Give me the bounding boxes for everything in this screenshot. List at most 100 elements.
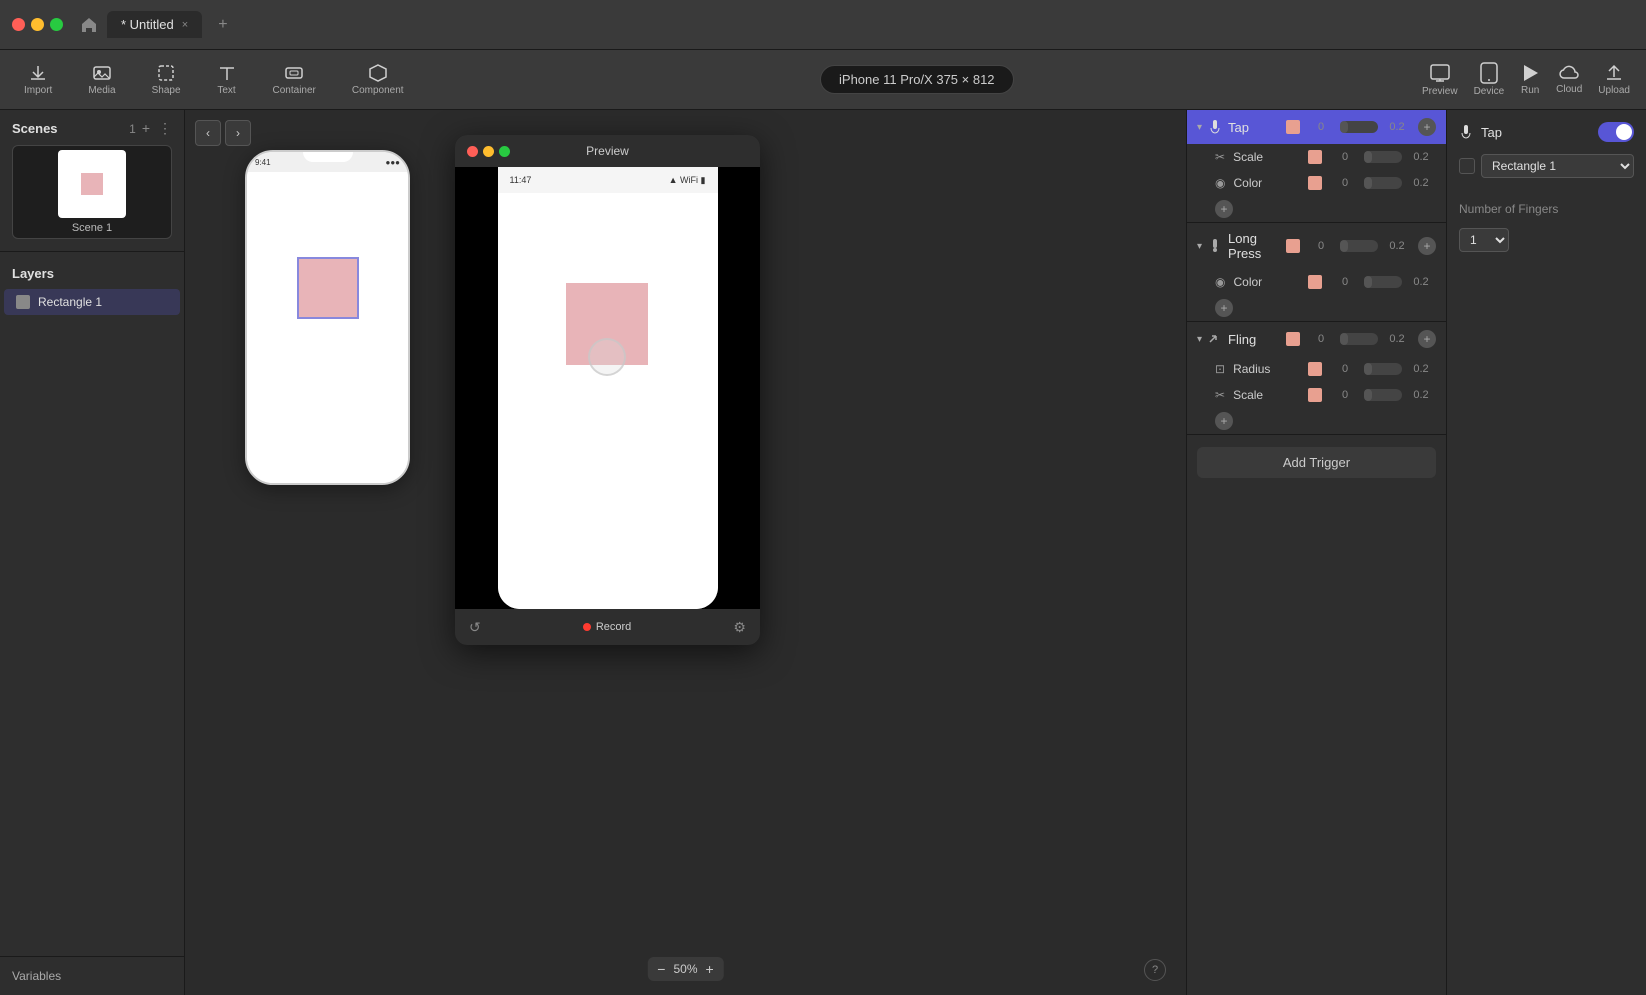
component-button[interactable]: Component [344,59,412,100]
container-button[interactable]: Container [265,59,324,100]
import-button[interactable]: Import [16,59,60,100]
lp-color-slider[interactable] [1364,276,1402,288]
import-label: Import [24,85,52,96]
tap-collapse-icon[interactable]: ▾ [1197,122,1202,133]
shape-button[interactable]: Shape [144,59,189,100]
long-press-gesture-icon [1208,239,1222,253]
prop-target-select[interactable]: Rectangle 1 [1481,154,1634,178]
add-scene-button[interactable]: + [142,120,150,137]
preview-settings-button[interactable]: ⚙ [733,619,746,636]
add-tab-button[interactable]: + [210,12,235,38]
lp-color-swatch [1308,275,1322,289]
layers-header: Layers [0,256,184,289]
fling-scale-icon: ✂ [1215,388,1225,402]
variables-bar[interactable]: Variables [0,956,184,995]
tap-color-item[interactable]: ◉ Color 0 0.2 [1187,170,1446,196]
long-press-slider[interactable] [1340,240,1378,252]
lp-color-icon: ◉ [1215,275,1225,289]
cloud-button[interactable]: Cloud [1556,64,1582,95]
scene-options-button[interactable]: ⋮ [158,120,172,137]
tab-close-button[interactable]: × [182,19,188,31]
long-press-color-item[interactable]: ◉ Color 0 0.2 [1187,269,1446,295]
tap-toggle[interactable] [1598,122,1634,142]
lp-color-num1: 0 [1330,276,1360,288]
tap-trigger-name: Tap [1228,120,1280,135]
phone-rect[interactable] [297,257,359,319]
layer-item-rectangle[interactable]: Rectangle 1 [4,289,180,315]
long-press-sub-add-button[interactable]: + [1215,299,1233,317]
preview-bottom-bar: ↺ Record ⚙ [455,609,760,645]
text-button[interactable]: Text [209,59,245,100]
fling-sub-add-button[interactable]: + [1215,412,1233,430]
radius-color-swatch [1308,362,1322,376]
fling-collapse-icon[interactable]: ▾ [1197,334,1202,345]
fling-scale-label: Scale [1233,388,1300,402]
nav-back-button[interactable]: ‹ [195,120,221,146]
scale-slider[interactable] [1364,151,1402,163]
lp-color-label: Color [1233,275,1300,289]
preview-close[interactable] [467,146,478,157]
upload-button[interactable]: Upload [1598,63,1630,96]
zoom-in-button[interactable]: + [706,961,714,977]
zoom-bar: − 50% + [647,957,723,981]
minimize-button[interactable] [31,18,44,31]
fling-slider[interactable] [1340,333,1378,345]
add-trigger-button[interactable]: Add Trigger [1197,447,1436,478]
shape-label: Shape [152,85,181,96]
scale-label: Scale [1233,150,1300,164]
left-bottom-space [0,315,184,956]
preview-refresh-button[interactable]: ↺ [469,619,481,636]
maximize-button[interactable] [50,18,63,31]
tap-add-button[interactable]: + [1418,118,1436,136]
scene-thumbnail[interactable]: Scene 1 [12,145,172,239]
zoom-out-button[interactable]: − [657,961,665,977]
fling-scale-slider[interactable] [1364,389,1402,401]
long-press-collapse-icon[interactable]: ▾ [1197,241,1202,252]
color-slider[interactable] [1364,177,1402,189]
fling-color-swatch [1286,332,1300,346]
record-button[interactable]: Record [583,621,631,633]
preview-minimize[interactable] [483,146,494,157]
toolbar: Import Media Shape Text Container Compon… [0,50,1646,110]
fling-scale-item[interactable]: ✂ Scale 0 0.2 [1187,382,1446,408]
fling-trigger-nums: 0 0.2 [1306,333,1412,345]
media-button[interactable]: Media [80,59,123,100]
prop-fingers-label: Number of Fingers [1459,202,1558,216]
active-tab[interactable]: * Untitled × [107,11,202,38]
layers-title: Layers [12,266,54,281]
properties-title-row: Tap [1459,122,1634,142]
radius-nums: 0 0.2 [1330,363,1436,375]
text-icon [217,63,237,83]
variables-label: Variables [12,969,61,983]
preview-button[interactable]: Preview [1422,62,1458,97]
long-press-color-swatch [1286,239,1300,253]
fling-radius-item[interactable]: ⊡ Radius 0 0.2 [1187,356,1446,382]
tap-sub-add-button[interactable]: + [1215,200,1233,218]
container-icon [284,63,304,83]
long-press-add-button[interactable]: + [1418,237,1436,255]
canvas-area: ‹ › Scene 1 9:41 ●●● [185,110,1186,995]
preview-screen[interactable] [498,193,718,609]
nav-forward-button[interactable]: › [225,120,251,146]
scenes-header: Scenes 1 + ⋮ [0,110,184,145]
zoom-value: 50% [673,962,697,976]
tap-trigger-header[interactable]: ▾ Tap 0 0.2 + [1187,110,1446,144]
tap-slider[interactable] [1340,121,1378,133]
prop-fingers-select[interactable]: 1 [1459,228,1509,252]
long-press-trigger-header[interactable]: ▾ Long Press 0 0.2 + [1187,223,1446,269]
radius-slider[interactable] [1364,363,1402,375]
device-button[interactable]: Device [1474,62,1505,97]
device-badge[interactable]: iPhone 11 Pro/X 375 × 812 [820,65,1014,94]
component-icon [368,63,388,83]
run-icon [1520,63,1540,83]
close-button[interactable] [12,18,25,31]
help-button[interactable]: ? [1144,959,1166,981]
fling-add-button[interactable]: + [1418,330,1436,348]
fling-trigger-header[interactable]: ▾ Fling 0 0.2 + [1187,322,1446,356]
preview-maximize[interactable] [499,146,510,157]
radius-num1: 0 [1330,363,1360,375]
run-button[interactable]: Run [1520,63,1540,96]
phone-screen[interactable] [247,172,408,483]
color-num1: 0 [1330,177,1360,189]
tap-scale-item[interactable]: ✂ Scale 0 0.2 [1187,144,1446,170]
